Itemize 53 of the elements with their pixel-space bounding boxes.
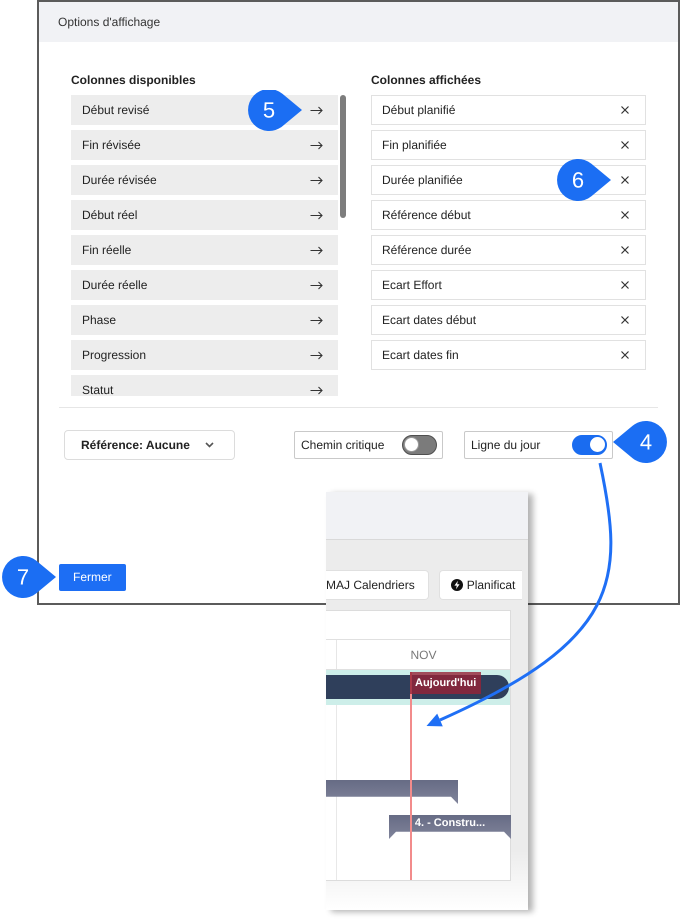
column-heading: Colonnes affichées [371,72,482,88]
lightning-icon [450,579,463,591]
close-icon[interactable] [621,211,629,219]
close-icon[interactable] [621,246,629,254]
close-icon[interactable] [621,176,629,184]
displayed-column-item[interactable]: Début planifié [371,95,646,125]
arrow-right-icon[interactable] [310,176,323,184]
available-column-item[interactable]: Progression [71,340,338,370]
toggle-option[interactable]: Ligne du jour [464,431,613,459]
reference-dropdown[interactable]: Référence: Aucune [64,430,235,460]
close-icon[interactable] [621,351,629,359]
dialog-title: Options d'affichage [58,14,160,30]
displayed-column-item[interactable]: Ecart Effort [371,270,646,300]
arrow-right-icon[interactable] [310,350,323,360]
displayed-column-item[interactable]: Ecart dates début [371,305,646,335]
arrow-right-icon[interactable] [310,386,323,394]
available-column-item[interactable]: Statut [71,375,338,396]
callout-marker: 7 [2,556,56,598]
close-button[interactable]: Fermer [59,564,126,591]
close-icon[interactable] [621,106,629,114]
callout-marker: 4 [613,421,667,463]
toggle-option[interactable]: Chemin critique [294,431,443,459]
today-label: Aujourd'hui [410,672,482,694]
close-icon[interactable] [621,141,629,149]
scrollbar[interactable] [340,95,346,218]
displayed-column-item[interactable]: Référence durée [371,235,646,265]
arrow-right-icon[interactable] [310,106,323,114]
phase-bar: 4. - Constru... [389,815,511,839]
available-column-item[interactable]: Début réel [71,200,338,230]
toggle-switch[interactable] [402,435,437,455]
available-column-item[interactable]: Durée révisée [71,165,338,195]
arrow-right-icon[interactable] [310,210,323,220]
available-column-item[interactable]: Fin réelle [71,235,338,265]
available-column-item[interactable]: Durée réelle [71,270,338,300]
toolbar-button[interactable]: Planificat [438,570,522,600]
close-icon[interactable] [621,316,629,324]
displayed-column-item[interactable]: Référence début [371,200,646,230]
callout-marker: 6 [557,159,611,201]
column-heading: Colonnes disponibles [71,72,196,88]
displayed-column-item[interactable]: Ecart dates fin [371,340,646,370]
toolbar-button[interactable]: MAJ Calendriers [326,570,429,600]
arrow-right-icon[interactable] [310,280,323,290]
arrow-right-icon[interactable] [310,140,323,150]
available-column-item[interactable]: Phase [71,305,338,335]
close-icon[interactable] [621,281,629,289]
chevron-down-icon[interactable] [205,442,214,448]
month-label: NOV [410,648,436,662]
arrow-right-icon[interactable] [310,246,323,254]
callout-marker: 5 [248,90,302,131]
toggle-switch[interactable] [572,435,607,455]
displayed-column-item[interactable]: Fin planifiée [371,130,646,160]
available-column-item[interactable]: Fin révisée [71,130,338,160]
arrow-right-icon[interactable] [310,316,323,324]
